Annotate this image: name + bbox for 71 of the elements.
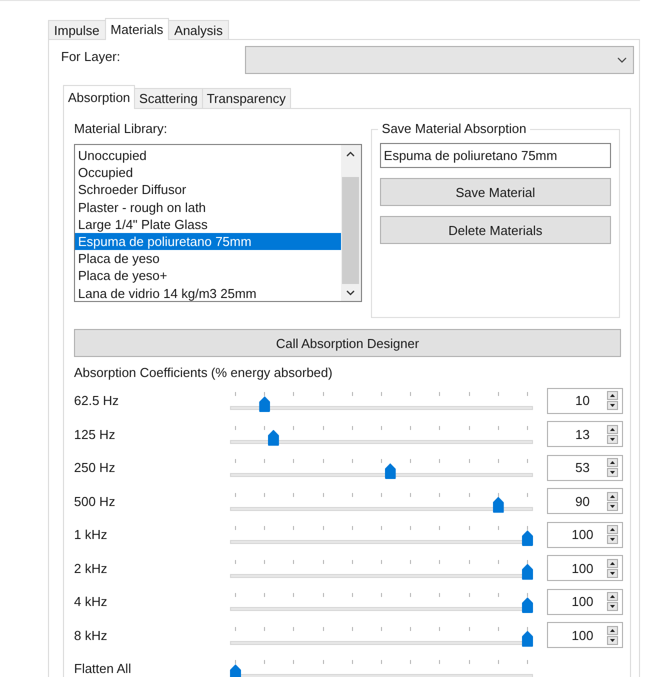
- tab[interactable]: Impulse: [48, 20, 106, 39]
- spin-up-icon: [607, 492, 618, 501]
- name-field[interactable]: Espuma de poliuretano 75mm: [380, 143, 611, 168]
- spin-box[interactable]: 13: [547, 421, 623, 448]
- spin-box[interactable]: 100: [547, 588, 623, 615]
- tab[interactable]: Materials: [104, 18, 170, 40]
- spin-up-icon: [607, 391, 618, 400]
- section-title: Absorption Coefficients (% energy absorbed): [74, 365, 334, 382]
- slider-thumb[interactable]: [522, 630, 533, 647]
- spin-down-icon: [607, 636, 618, 645]
- list-item[interactable]: Schroeder Diffusor: [75, 181, 341, 199]
- spin-up-icon: [607, 458, 618, 468]
- spin-down-icon: [607, 535, 618, 544]
- slider-thumb[interactable]: [384, 463, 396, 480]
- layer-dropdown[interactable]: [245, 46, 634, 74]
- spin-up-icon: [607, 558, 618, 568]
- spin-up-icon: [607, 525, 618, 534]
- list-item[interactable]: Plaster - rough on lath: [75, 198, 341, 216]
- spin-down-icon: [607, 502, 618, 511]
- tab[interactable]: Scattering: [134, 88, 203, 108]
- chevron-down-icon: [617, 57, 627, 63]
- band-label: 250 Hz: [74, 459, 116, 476]
- list-item[interactable]: Placa de yeso+: [75, 267, 341, 284]
- spin-box[interactable]: 53: [547, 454, 623, 481]
- spin-box[interactable]: 100: [547, 622, 623, 648]
- slider-thumb[interactable]: [522, 564, 533, 580]
- tab[interactable]: Transparency: [202, 88, 291, 108]
- spin-down-icon: [607, 568, 618, 578]
- spin-box[interactable]: 100: [547, 555, 623, 582]
- spin-box[interactable]: 90: [547, 488, 623, 514]
- spin-up-icon: [607, 592, 618, 602]
- band-label: 8 kHz: [74, 626, 108, 643]
- spin-up-icon: [607, 626, 618, 635]
- slider-thumb[interactable]: [522, 530, 533, 546]
- designer-button[interactable]: Call Absorption Designer: [74, 329, 621, 357]
- slider-thumb[interactable]: [230, 664, 241, 677]
- spin-up-icon: [607, 424, 618, 434]
- tab[interactable]: Absorption: [63, 85, 136, 109]
- slider-thumb[interactable]: [268, 430, 279, 446]
- slider-thumb[interactable]: [492, 496, 504, 513]
- list-item[interactable]: Unoccupied: [75, 147, 341, 164]
- slider-thumb[interactable]: [522, 597, 533, 614]
- spin-down-icon: [607, 602, 618, 612]
- band-label: 500 Hz: [74, 492, 116, 509]
- spin-box[interactable]: 100: [547, 522, 623, 548]
- list-item[interactable]: Placa de yeso: [75, 250, 341, 268]
- chevron-down-icon: [346, 290, 356, 296]
- band-label: 62.5 Hz: [74, 392, 120, 408]
- list-label: Material Library:: [74, 120, 168, 136]
- band-label: 1 kHz: [74, 526, 108, 542]
- action-button[interactable]: Save Material: [380, 178, 611, 206]
- spin-box[interactable]: 10: [547, 388, 623, 414]
- slider-thumb[interactable]: [259, 396, 270, 412]
- band-label: Flatten All: [74, 660, 132, 676]
- material-list[interactable]: Unoccupied Occupied Schroeder Diffusor Plaster - rough on lath Large 1/4" Plate Glass Espuma de poliuretano 75mm Placa de yeso Placa de yeso+ Lana de vidrio 14 kg/m3 25mm: [74, 144, 362, 302]
- scrollbar[interactable]: [340, 145, 361, 301]
- spin-down-icon: [607, 401, 618, 410]
- band-label: 125 Hz: [74, 426, 116, 442]
- group-title: Save Material Absorption: [378, 121, 530, 136]
- list-item[interactable]: Espuma de poliuretano 75mm: [75, 232, 341, 250]
- band-label: 2 kHz: [74, 560, 108, 576]
- tab[interactable]: Analysis: [168, 20, 229, 39]
- spin-down-icon: [607, 468, 618, 478]
- chevron-up-icon: [346, 151, 356, 157]
- list-item[interactable]: Occupied: [75, 164, 341, 182]
- list-item[interactable]: Large 1/4" Plate Glass: [75, 216, 341, 233]
- list-item[interactable]: Lana de vidrio 14 kg/m3 25mm: [75, 284, 341, 302]
- action-button[interactable]: Delete Materials: [380, 216, 611, 244]
- band-label: 4 kHz: [74, 593, 108, 610]
- field-label: For Layer:: [61, 48, 120, 66]
- spin-down-icon: [607, 434, 618, 444]
